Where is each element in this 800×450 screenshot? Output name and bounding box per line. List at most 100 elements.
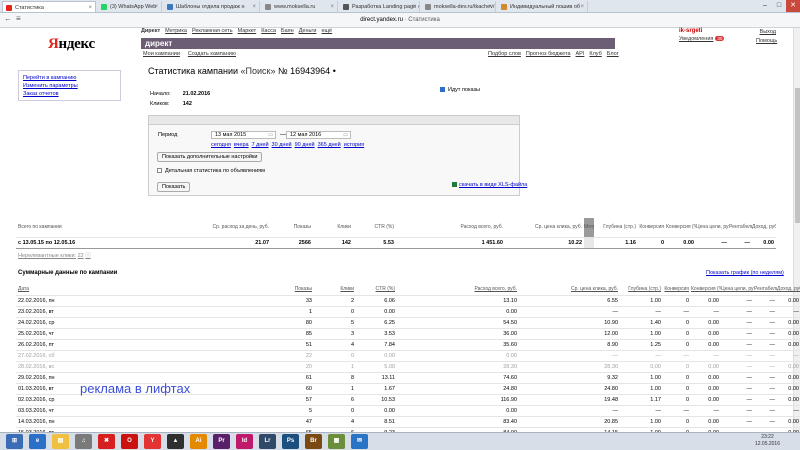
- close-tab-icon[interactable]: ×: [580, 1, 584, 12]
- taskbar-app-icon[interactable]: Br: [305, 434, 322, 449]
- service-link[interactable]: Деньги: [299, 28, 317, 34]
- left-nav-link[interactable]: Перейти в кампанию: [23, 74, 116, 82]
- tool-link[interactable]: Клуб: [589, 51, 601, 57]
- taskbar-app-icon[interactable]: Lr: [259, 434, 276, 449]
- summary-header-row: Всего по кампании Ср. расход за день, руб…: [16, 218, 776, 238]
- browser-tab[interactable]: moksella-dev.ru/tkachev/×: [422, 1, 496, 12]
- yandex-logo[interactable]: Яндекс: [48, 36, 95, 53]
- tool-link[interactable]: Блог: [607, 51, 619, 57]
- service-link[interactable]: Метрика: [165, 28, 187, 34]
- close-tab-icon[interactable]: ×: [252, 1, 256, 12]
- browser-tab[interactable]: Статистика ×: [2, 1, 96, 12]
- daily-cell: —: [721, 405, 754, 417]
- taskbar-app-icon[interactable]: Ai: [190, 434, 207, 449]
- taskbar-app-icon[interactable]: ▦: [328, 434, 345, 449]
- taskbar-app-icon[interactable]: ▲: [167, 434, 184, 449]
- browser-tab[interactable]: (3) WhatsApp Web ×: [98, 1, 162, 12]
- taskbar-app-icon[interactable]: Y: [144, 434, 161, 449]
- report-tab[interactable]: По регионам: [317, 124, 359, 125]
- daily-header-cell[interactable]: Глубина (стр.): [620, 284, 663, 296]
- show-graph-link[interactable]: Показать график (по неделям): [706, 270, 784, 276]
- taskbar-app-icon[interactable]: O: [121, 434, 138, 449]
- taskbar-app-icon[interactable]: ✉: [351, 434, 368, 449]
- report-tab[interactable]: Мастер отчётов: [405, 124, 454, 125]
- quick-period-link[interactable]: 365 дней: [318, 142, 341, 148]
- show-button[interactable]: Показать: [157, 182, 191, 192]
- notifications-link[interactable]: Уведомления 30: [679, 36, 725, 42]
- help-icon[interactable]: ⓘ: [85, 253, 91, 259]
- daily-header-cell[interactable]: Конверсия (%): [691, 284, 721, 296]
- irrelevant-value[interactable]: 22: [78, 253, 84, 259]
- tool-link[interactable]: API: [576, 51, 585, 57]
- close-tab-icon[interactable]: ×: [488, 1, 492, 12]
- close-tab-icon[interactable]: ×: [88, 2, 92, 12]
- quick-period-link[interactable]: 90 дней: [295, 142, 315, 148]
- daily-header-cell[interactable]: Показы: [216, 284, 314, 296]
- calendar-icon[interactable]: ▭: [268, 132, 273, 139]
- tool-link[interactable]: Прогноз бюджета: [526, 51, 571, 57]
- date-from-input[interactable]: 13 мая 2015 ▭: [211, 131, 276, 139]
- back-arrow-icon[interactable]: ←: [4, 14, 12, 23]
- taskbar-app-icon[interactable]: Id: [236, 434, 253, 449]
- service-link[interactable]: Директ: [141, 28, 160, 34]
- exit-link[interactable]: Выход: [756, 28, 776, 37]
- report-tab[interactable]: По площадкам: [358, 124, 405, 125]
- detail-stats-checkbox[interactable]: Детальная статистика по объявлениям: [157, 168, 265, 174]
- minimize-button[interactable]: –: [758, 0, 772, 12]
- service-link[interactable]: ещё: [321, 28, 332, 34]
- left-nav-link[interactable]: Изменить параметры: [23, 82, 116, 90]
- system-clock[interactable]: 23:22 12.05.2016: [755, 434, 780, 448]
- taskbar-app-icon[interactable]: Ps: [282, 434, 299, 449]
- daily-header-cell[interactable]: Дата: [16, 284, 216, 296]
- browser-tab[interactable]: www.moksella.ru ×: [262, 1, 338, 12]
- browser-tab[interactable]: Индивидуальный пошив об ×: [498, 1, 588, 12]
- close-tab-icon[interactable]: ×: [330, 1, 334, 12]
- daily-header-cell[interactable]: Цена цели, руб.: [721, 284, 754, 296]
- start-button[interactable]: ⊞: [6, 434, 23, 449]
- help-link[interactable]: Помощь: [756, 37, 777, 46]
- xls-download-link[interactable]: скачать в виде XLS-файла: [452, 182, 527, 188]
- daily-header-cell[interactable]: Доход, руб.: [777, 284, 800, 296]
- service-link[interactable]: Касса: [261, 28, 276, 34]
- browser-tab[interactable]: Разработка Landing page «×: [340, 1, 420, 12]
- quick-period-link[interactable]: 30 дней: [272, 142, 292, 148]
- close-tab-icon[interactable]: ×: [154, 1, 158, 12]
- checkbox-icon[interactable]: [157, 168, 162, 174]
- close-tab-icon[interactable]: ×: [412, 1, 416, 12]
- menu-icon[interactable]: ≡: [16, 14, 21, 23]
- daily-header-cell[interactable]: Рентабельность: [754, 284, 777, 296]
- service-link[interactable]: Рекламная сеть: [192, 28, 233, 34]
- report-tab[interactable]: Общая статистика: [213, 124, 269, 125]
- campaign-link[interactable]: Мои кампании: [143, 51, 180, 57]
- maximize-button[interactable]: □: [772, 0, 786, 12]
- url-field[interactable]: direct.yandex.ru · Статистика: [250, 16, 550, 25]
- daily-header-cell[interactable]: CTR (%): [356, 284, 397, 296]
- close-window-button[interactable]: ✕: [786, 0, 800, 12]
- daily-header-cell[interactable]: Расход всего, руб.: [397, 284, 519, 296]
- user-login[interactable]: ik-srgeti: [679, 28, 702, 34]
- taskbar-app-icon[interactable]: ▤: [52, 434, 69, 449]
- campaign-link[interactable]: Создать кампанию: [188, 51, 236, 57]
- quick-period-link[interactable]: сегодня: [211, 142, 231, 148]
- daily-header-cell[interactable]: Ср. цена клика, руб.: [519, 284, 620, 296]
- quick-period-link[interactable]: вчера: [234, 142, 249, 148]
- quick-period-link[interactable]: история: [344, 142, 364, 148]
- quick-period-link[interactable]: 7 дней: [252, 142, 269, 148]
- daily-header-cell[interactable]: Клики: [314, 284, 356, 296]
- calendar-icon[interactable]: ▭: [343, 132, 348, 139]
- left-nav-link[interactable]: Заказ отчетов: [23, 90, 116, 98]
- service-link[interactable]: Маркет: [238, 28, 257, 34]
- report-tab[interactable]: Фразы по дням: [269, 124, 317, 125]
- tool-link[interactable]: Подбор слов: [488, 51, 521, 57]
- taskbar-app-icon[interactable]: ✖: [98, 434, 115, 449]
- taskbar-app-icon[interactable]: Pr: [213, 434, 230, 449]
- scrollbar-thumb[interactable]: [795, 88, 800, 223]
- report-tab[interactable]: Статистика по дням: [149, 124, 213, 125]
- taskbar-app-icon[interactable]: ♫: [75, 434, 92, 449]
- show-extra-settings-button[interactable]: Показать дополнительные настройки: [157, 152, 263, 162]
- browser-tab[interactable]: Шаблоны отдела продаж н ×: [164, 1, 260, 12]
- taskbar-app-icon[interactable]: e: [29, 434, 46, 449]
- service-link[interactable]: Баян: [281, 28, 294, 34]
- date-to-input[interactable]: 12 мая 2016 ▭: [286, 131, 351, 139]
- daily-header-cell[interactable]: Конверсия: [663, 284, 691, 296]
